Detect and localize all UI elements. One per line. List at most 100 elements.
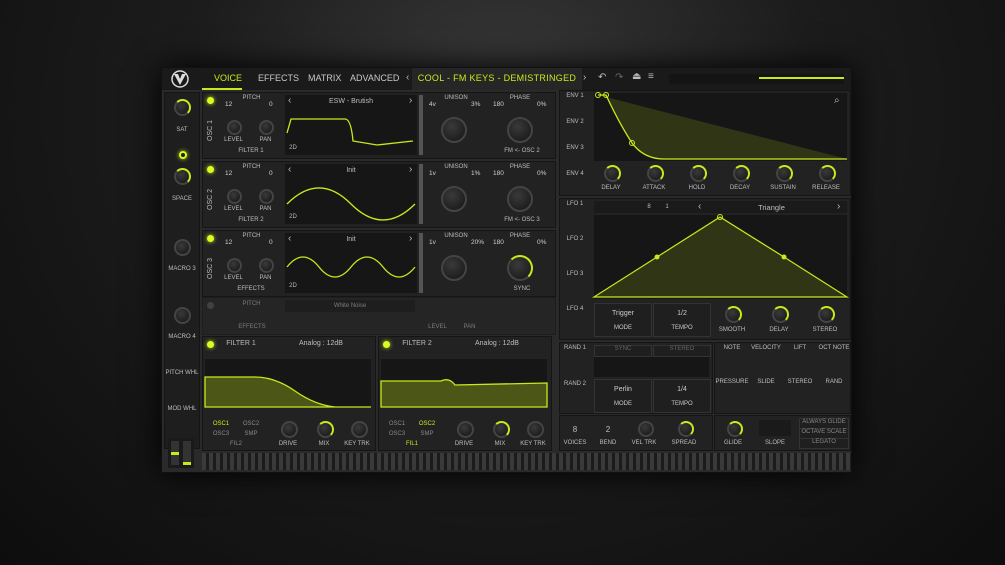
- lfo-shape-prev-icon[interactable]: ‹: [698, 201, 701, 212]
- osc-3-fm-destination[interactable]: SYNC: [493, 286, 551, 292]
- filter-1-src-osc2[interactable]: OSC2: [241, 421, 261, 427]
- osc-2-pan-knob[interactable]: [259, 189, 274, 204]
- osc-3-phase-knob[interactable]: [507, 255, 533, 281]
- osc-1-mode[interactable]: 2D: [288, 145, 298, 151]
- osc-3-level-knob[interactable]: [227, 258, 242, 273]
- filter-1-response-graph[interactable]: [204, 359, 371, 408]
- filter-2-response-graph[interactable]: [380, 359, 548, 408]
- legato-button[interactable]: LEGATO: [799, 438, 849, 449]
- macro-3-knob[interactable]: [174, 239, 191, 256]
- preset-prev-icon[interactable]: ‹: [406, 72, 409, 83]
- lfo-smooth-knob[interactable]: [725, 306, 742, 323]
- osc-3-detune[interactable]: 20%: [471, 239, 484, 246]
- osc-1-level-knob[interactable]: [227, 120, 242, 135]
- osc-2-destination[interactable]: FILTER 2: [221, 217, 281, 223]
- osc-1-destination[interactable]: FILTER 1: [221, 148, 281, 154]
- glide-knob[interactable]: [727, 421, 743, 437]
- rand-sync-button[interactable]: SYNC: [594, 345, 652, 357]
- filter-2-keytrk-knob[interactable]: [527, 421, 544, 438]
- osc-3-destination[interactable]: EFFECTS: [221, 286, 281, 292]
- lfo-shape-name[interactable]: Triangle: [704, 203, 839, 212]
- osc-1-detune[interactable]: 3%: [471, 101, 480, 108]
- preset-next-icon[interactable]: ›: [583, 72, 586, 83]
- osc-1-unison-knob[interactable]: [441, 117, 467, 143]
- filter-1-mix-knob[interactable]: [317, 421, 334, 438]
- lfo-shape-next-icon[interactable]: ›: [837, 201, 840, 212]
- osc-1-octave[interactable]: 12: [225, 101, 232, 108]
- lfo-tab-1[interactable]: LFO 1: [560, 201, 590, 207]
- filter-2-drive-knob[interactable]: [457, 421, 474, 438]
- zoom-icon[interactable]: ⌕: [834, 95, 840, 106]
- env-delay-knob[interactable]: [604, 165, 621, 182]
- preset-selector[interactable]: COOL - FM KEYS - DEMISTRINGED: [412, 68, 582, 90]
- osc-2-detune[interactable]: 1%: [471, 170, 480, 177]
- mod-source-velocity[interactable]: VELOCITY: [749, 345, 783, 351]
- osc-2-phase-knob[interactable]: [507, 186, 533, 212]
- osc-2-position-slider[interactable]: [419, 164, 423, 224]
- bend-value[interactable]: 2: [597, 425, 619, 434]
- filter-2-src-smp[interactable]: SMP: [417, 431, 437, 437]
- rand-tab-2[interactable]: RAND 2: [560, 381, 590, 387]
- tab-effects[interactable]: EFFECTS: [258, 73, 299, 83]
- mod-source-lift[interactable]: LIFT: [783, 345, 817, 351]
- env-tab-4[interactable]: ENV 4: [560, 171, 590, 177]
- tab-voice[interactable]: VOICE: [214, 73, 242, 83]
- filter-1-route[interactable]: FIL2: [225, 441, 247, 447]
- rand-tempo-button[interactable]: 1/4 TEMPO: [653, 379, 711, 413]
- rand-style-button[interactable]: Perlin MODE: [594, 379, 652, 413]
- osc-2-unison-voices[interactable]: 1v: [429, 170, 436, 177]
- osc-3-phase-value[interactable]: 180: [493, 239, 504, 246]
- osc-2-mode[interactable]: 2D: [288, 214, 298, 220]
- osc-2-level-knob[interactable]: [227, 189, 242, 204]
- rand-stereo-button[interactable]: STEREO: [653, 345, 711, 357]
- osc-3-fine[interactable]: 0: [269, 239, 273, 246]
- lfo-tab-3[interactable]: LFO 3: [560, 271, 590, 277]
- osc-1-pan-knob[interactable]: [259, 120, 274, 135]
- osc-3-position-slider[interactable]: [419, 233, 423, 293]
- lfo-tab-2[interactable]: LFO 2: [560, 236, 590, 242]
- tab-advanced[interactable]: ADVANCED: [350, 73, 399, 83]
- menu-icon[interactable]: ≡: [648, 71, 654, 82]
- mod-source-pressure[interactable]: PRESSURE: [715, 379, 749, 385]
- osc-3-pan-knob[interactable]: [259, 258, 274, 273]
- lfo-delay-knob[interactable]: [772, 306, 789, 323]
- slope-graph[interactable]: [759, 420, 791, 436]
- mod-source-note[interactable]: NOTE: [715, 345, 749, 351]
- redo-icon[interactable]: ↷: [615, 72, 623, 83]
- macro-space-knob[interactable]: [174, 168, 191, 185]
- osc-2-unison-knob[interactable]: [441, 186, 467, 212]
- mod-source-stereo[interactable]: STEREO: [783, 379, 817, 385]
- spread-knob[interactable]: [678, 421, 694, 437]
- undo-icon[interactable]: ↶: [598, 72, 606, 83]
- env-tab-2[interactable]: ENV 2: [560, 119, 590, 125]
- osc-1-fine[interactable]: 0: [269, 101, 273, 108]
- vel-trk-knob[interactable]: [638, 421, 654, 437]
- macro-4-knob[interactable]: [174, 307, 191, 324]
- osc-3-octave[interactable]: 12: [225, 239, 232, 246]
- lfo-beats[interactable]: 8: [644, 204, 654, 210]
- osc-3-unison-voices[interactable]: 1v: [429, 239, 436, 246]
- osc-1-wave-name[interactable]: ESW - Brutish: [295, 98, 407, 105]
- filter-2-src-osc3[interactable]: OSC3: [387, 431, 407, 437]
- filter-2-src-osc1[interactable]: OSC1: [387, 421, 407, 427]
- osc-1-unison-voices[interactable]: 4v: [429, 101, 436, 108]
- envelope-graph[interactable]: ⌕: [594, 92, 847, 161]
- smp-power-led[interactable]: [207, 302, 214, 309]
- filter-2-power-led[interactable]: [383, 341, 390, 348]
- osc-1-position-slider[interactable]: [419, 95, 423, 155]
- mod-source-rand[interactable]: RAND: [817, 379, 851, 385]
- env-hold-knob[interactable]: [690, 165, 707, 182]
- env-tab-1[interactable]: ENV 1: [560, 93, 590, 99]
- voices-value[interactable]: 8: [564, 425, 586, 434]
- tab-matrix[interactable]: MATRIX: [308, 73, 341, 83]
- env-sustain-knob[interactable]: [776, 165, 793, 182]
- filter-2-mix-knob[interactable]: [493, 421, 510, 438]
- osc-2-fine[interactable]: 0: [269, 170, 273, 177]
- piano-keyboard[interactable]: [202, 453, 851, 470]
- lfo-tempo-button[interactable]: 1/2 TEMPO: [653, 303, 711, 337]
- smp-wave-select[interactable]: White Noise: [285, 300, 415, 312]
- osc-1-fm-destination[interactable]: FM <- OSC 2: [493, 148, 551, 154]
- macro-sat-knob[interactable]: [174, 99, 191, 116]
- lfo-graph[interactable]: [591, 214, 850, 299]
- osc-2-phase-value[interactable]: 180: [493, 170, 504, 177]
